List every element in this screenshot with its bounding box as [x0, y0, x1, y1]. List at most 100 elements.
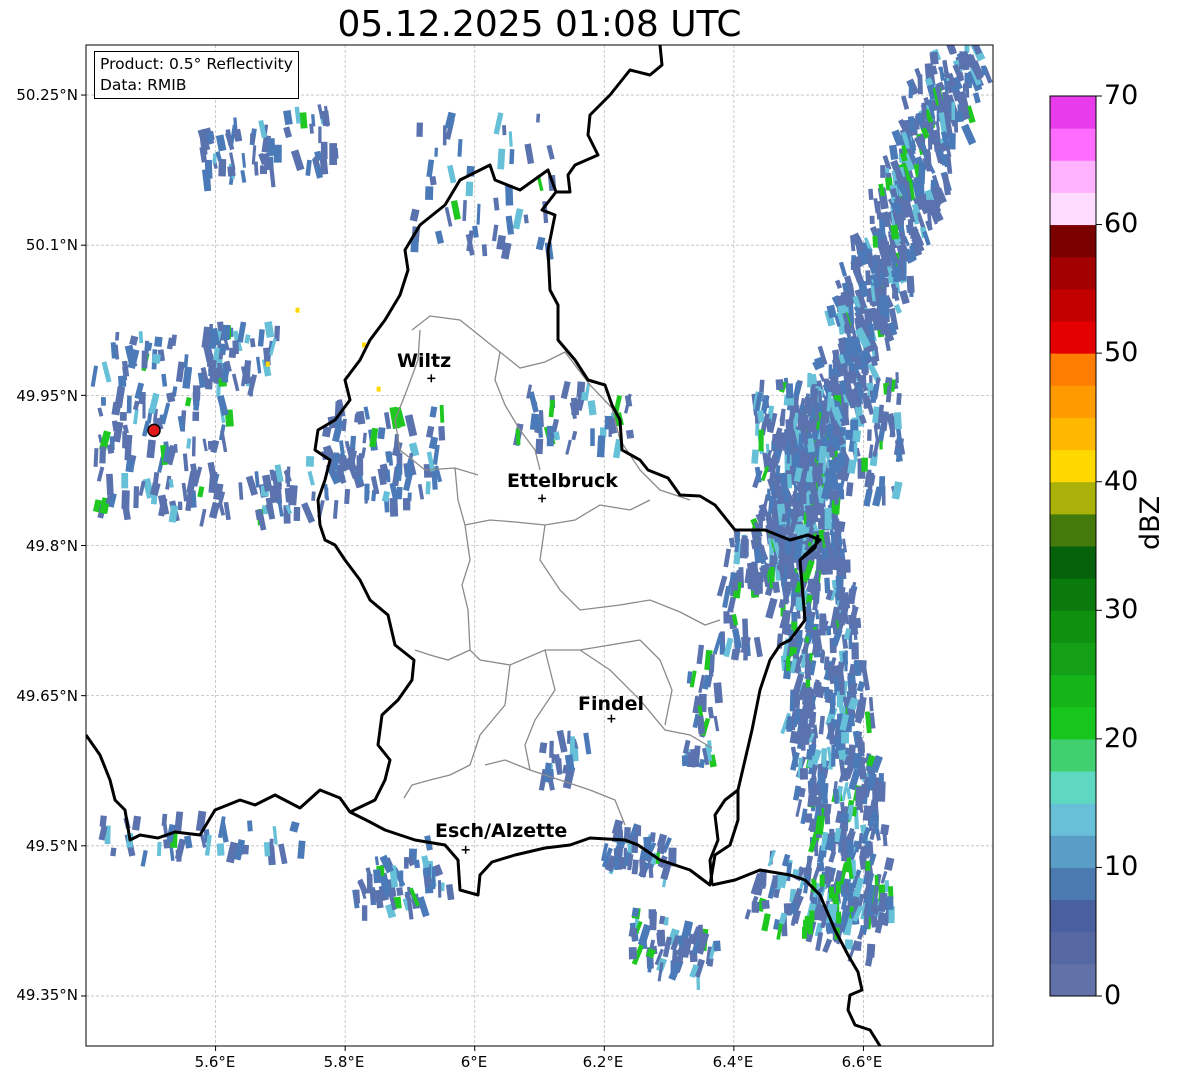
echo-cell — [361, 905, 368, 921]
echo-cell — [713, 715, 720, 732]
echo-cell — [429, 175, 437, 186]
echo-cell — [505, 215, 515, 235]
echo-cell — [289, 821, 300, 833]
echo-cell — [515, 428, 521, 446]
colorbar-tick: 40 — [1104, 466, 1139, 497]
echo-cell — [845, 482, 854, 497]
echo-cell — [801, 489, 807, 505]
echo-cell — [101, 397, 106, 406]
echo-cell — [844, 650, 848, 672]
lon-label: 6.6°E — [841, 1053, 883, 1071]
echo-cell — [795, 596, 803, 610]
echo-cell — [835, 521, 844, 531]
echo-cell — [301, 502, 316, 524]
colorbar-tick: 0 — [1104, 980, 1122, 1011]
echo-cell — [802, 926, 808, 939]
echo-cell — [425, 186, 434, 201]
echo-cell — [853, 442, 858, 462]
echo-cell — [772, 875, 778, 889]
echo-cell — [834, 489, 840, 505]
echo-cell — [476, 203, 481, 225]
echo-cell — [344, 488, 351, 505]
echo-cell — [584, 382, 591, 401]
echo-cell — [186, 438, 192, 449]
echo-cell — [867, 252, 873, 265]
echo-cell — [583, 732, 592, 755]
echo-cell — [111, 401, 122, 416]
echo-cell — [627, 842, 632, 853]
echo-cell — [865, 860, 871, 871]
echo-cell — [908, 80, 914, 99]
echo-cell — [964, 45, 970, 53]
echo-cell — [396, 887, 404, 896]
echo-cell — [121, 472, 129, 489]
echo-cell — [807, 578, 814, 588]
echo-cell — [285, 469, 291, 484]
echo-cell — [888, 909, 895, 924]
echo-cell — [376, 386, 381, 392]
echo-cell — [374, 856, 380, 866]
echo-cell — [861, 457, 868, 472]
echo-cell — [183, 354, 189, 368]
echo-cell — [846, 839, 855, 857]
echo-cell — [444, 206, 453, 227]
echo-cell — [90, 365, 99, 387]
echo-cell — [191, 436, 196, 457]
echo-cell — [590, 428, 595, 446]
echo-cell — [767, 488, 771, 501]
echo-cell — [921, 103, 927, 120]
echo-cell — [872, 789, 877, 802]
echo-cell — [873, 815, 879, 834]
echo-cell — [809, 419, 818, 433]
echo-cell — [553, 431, 561, 441]
colorbar-segment — [1050, 224, 1096, 258]
echo-cell — [457, 138, 463, 157]
echo-cell — [548, 399, 555, 418]
info-data-source: Data: RMIB — [100, 76, 187, 94]
echo-cell — [462, 200, 467, 222]
echo-cell — [824, 810, 831, 825]
echo-cell — [751, 901, 760, 913]
echo-cell — [830, 376, 839, 390]
echo-cell — [797, 411, 807, 431]
echo-cell — [815, 439, 820, 448]
echo-cell — [493, 112, 504, 135]
echo-cell — [249, 133, 255, 144]
echo-cell — [318, 126, 322, 144]
echo-cell — [131, 815, 142, 831]
colorbar-segment — [1050, 738, 1096, 772]
echo-cell — [184, 396, 192, 407]
echo-cell — [356, 410, 366, 425]
echo-cell — [556, 729, 568, 753]
echo-cell — [948, 133, 956, 150]
echo-cell — [741, 535, 749, 557]
echo-cell — [208, 501, 221, 519]
echo-cell — [197, 486, 205, 498]
echo-cell — [566, 730, 571, 744]
echo-cell — [440, 882, 445, 892]
echo-cell — [106, 473, 114, 496]
echo-cell — [223, 501, 231, 521]
echo-cell — [404, 414, 418, 437]
echo-cell — [565, 439, 572, 455]
echo-cell — [373, 869, 382, 884]
echo-cell — [445, 883, 455, 901]
city-label-wiltz: Wiltz — [397, 350, 452, 372]
echo-cell — [832, 557, 841, 571]
echo-cell — [713, 682, 723, 704]
echo-cell — [247, 820, 253, 832]
echo-cell — [263, 842, 271, 857]
echo-cell — [868, 188, 874, 200]
echo-cell — [877, 781, 886, 802]
echo-cell — [536, 113, 541, 123]
echo-cell — [888, 144, 899, 161]
echo-cell — [119, 411, 127, 421]
echo-cell — [683, 937, 690, 950]
echo-cell — [897, 213, 903, 226]
echo-cell — [290, 149, 305, 172]
echo-cell — [765, 597, 778, 619]
echo-cell — [896, 393, 902, 406]
echo-cell — [149, 481, 161, 496]
radar-map — [81, 44, 1102, 1051]
echo-cell — [450, 200, 461, 221]
